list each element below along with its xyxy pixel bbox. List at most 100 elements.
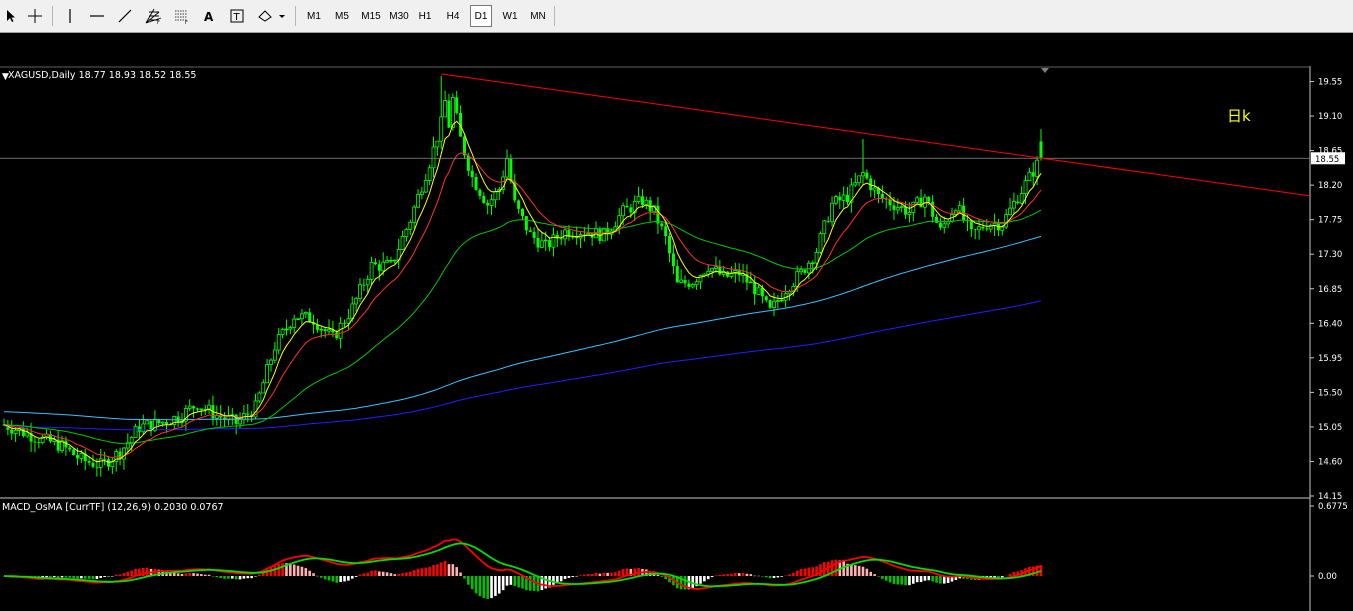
timeframe-button-h1[interactable]: H1	[414, 5, 436, 27]
cursor-icon[interactable]	[2, 5, 20, 27]
fibonacci-grid-icon[interactable]: F	[170, 5, 194, 27]
chart-annotation-label: 日k	[1227, 107, 1251, 125]
osma-histogram-bar	[76, 576, 79, 579]
price-chart[interactable]: 19.55 19.10 18.65 18.20 17.75 17.30 16.85 16.40…	[0, 33, 1353, 611]
osma-histogram-bar	[792, 572, 795, 576]
timeframe-button-w1[interactable]: W1	[498, 5, 522, 27]
candle-body-bull	[772, 300, 776, 309]
moving-average-300	[4, 300, 1042, 431]
candle-body-bear	[675, 266, 679, 283]
osma-histogram-bar	[227, 576, 230, 579]
osma-histogram-bar	[850, 564, 853, 576]
osma-histogram-bar	[122, 573, 126, 576]
candle-body-bear	[343, 323, 347, 325]
candle-body-bear	[660, 223, 664, 227]
osma-histogram-bar	[331, 576, 335, 582]
candle-body-bull	[679, 279, 684, 283]
candle-body-bear	[1016, 201, 1020, 204]
timeframe-button-m30[interactable]: M30	[386, 5, 412, 27]
candle-body-bull	[857, 175, 862, 184]
indicator-tick-label: 0.00	[1318, 572, 1337, 582]
osma-histogram-bar	[590, 573, 594, 576]
osma-histogram-bar	[378, 571, 381, 576]
candle-body-bull	[404, 229, 409, 237]
osma-histogram-bar	[784, 575, 787, 576]
price-axis[interactable]: 19.5519.1018.6518.2017.7517.3016.8516.40…	[1310, 78, 1348, 582]
osma-histogram-bar	[873, 574, 876, 576]
osma-histogram-bar	[200, 574, 203, 576]
text-label-icon[interactable]: T	[226, 5, 248, 27]
price-tick-label: 15.50	[1318, 388, 1342, 398]
osma-histogram-bar	[281, 562, 284, 576]
osma-histogram-bar	[501, 576, 505, 591]
candle-body-bear	[629, 207, 633, 213]
candle-body-bull	[977, 226, 981, 231]
osma-histogram-bar	[861, 566, 865, 576]
shapes-icon[interactable]	[254, 5, 288, 27]
osma-histogram-bar	[211, 576, 215, 577]
candle-body-bull	[423, 180, 428, 193]
timeframe-button-m15[interactable]: M15	[358, 5, 384, 27]
osma-histogram-bar	[865, 568, 869, 576]
candle-body-bear	[478, 189, 482, 196]
candle-body-bull	[621, 205, 626, 217]
osma-histogram-bar	[447, 564, 451, 576]
candle-body-bull	[431, 146, 436, 169]
timeframe-button-d1[interactable]: D1	[470, 5, 492, 27]
trendline-icon[interactable]	[114, 5, 136, 27]
candle-body-bull	[338, 322, 343, 339]
candle-body-bear	[892, 205, 896, 210]
candle-body-bear	[927, 197, 931, 202]
timeframe-button-mn[interactable]: MN	[526, 5, 550, 27]
timeframe-button-h4[interactable]: H4	[442, 5, 464, 27]
fibonacci-fan-icon[interactable]: F	[142, 5, 166, 27]
indicator-label: MACD_OsMA [CurrTF] (12,26,9) 0.2030 0.07…	[2, 502, 224, 513]
candle-body-bull	[543, 239, 548, 242]
candle-body-bear	[33, 441, 37, 443]
osma-histogram-bar	[884, 576, 888, 581]
osma-histogram-bar	[795, 570, 799, 576]
candle-body-bear	[718, 266, 722, 275]
resistance-trendline	[441, 73, 1311, 197]
osma-histogram-bar	[908, 576, 911, 586]
osma-histogram-bar	[343, 576, 346, 582]
indicator-plot-area	[2, 538, 1043, 599]
osma-histogram-bar	[722, 574, 726, 576]
candle-body-bear	[37, 442, 41, 443]
osma-histogram-bar	[761, 576, 764, 577]
vertical-line-icon[interactable]	[60, 5, 80, 27]
candle-body-bull	[265, 364, 270, 384]
crosshair-icon[interactable]	[24, 5, 46, 27]
chart-shift-icon[interactable]	[1041, 68, 1049, 73]
candle-body-bear	[768, 300, 772, 308]
osma-histogram-bar	[737, 573, 741, 576]
candle-body-bear	[664, 226, 668, 237]
osma-histogram-bar	[703, 576, 706, 582]
osma-histogram-bar	[416, 568, 420, 576]
symbol-ohlc-label: XAGUSD,Daily 18.77 18.93 18.52 18.55	[8, 70, 196, 81]
osma-histogram-bar	[49, 576, 52, 578]
candle-body-bull	[427, 167, 432, 181]
timeframe-button-m5[interactable]: M5	[330, 5, 354, 27]
timeframe-button-m1[interactable]: M1	[302, 5, 326, 27]
osma-histogram-bar	[819, 564, 822, 576]
osma-histogram-bar	[130, 570, 133, 576]
osma-histogram-bar	[192, 573, 195, 576]
horizontal-line-icon[interactable]	[86, 5, 108, 27]
candle-body-bull	[690, 284, 695, 288]
osma-histogram-bar	[741, 572, 745, 576]
osma-histogram-bar	[788, 574, 791, 576]
osma-histogram-bar	[853, 565, 857, 576]
candle-body-bear	[455, 97, 459, 113]
candle-body-bear	[838, 196, 842, 201]
candle-body-bear	[969, 220, 973, 230]
candle-body-bear	[195, 408, 199, 410]
osma-histogram-bar	[563, 576, 567, 579]
text-icon[interactable]: A	[198, 5, 220, 27]
candle-body-bear	[246, 413, 250, 415]
price-tick-label: 19.10	[1318, 112, 1342, 122]
candle-body-bear	[165, 422, 169, 425]
price-tick-label: 14.15	[1318, 492, 1342, 502]
osma-histogram-bar	[714, 575, 718, 576]
candle-body-bull	[586, 232, 591, 236]
